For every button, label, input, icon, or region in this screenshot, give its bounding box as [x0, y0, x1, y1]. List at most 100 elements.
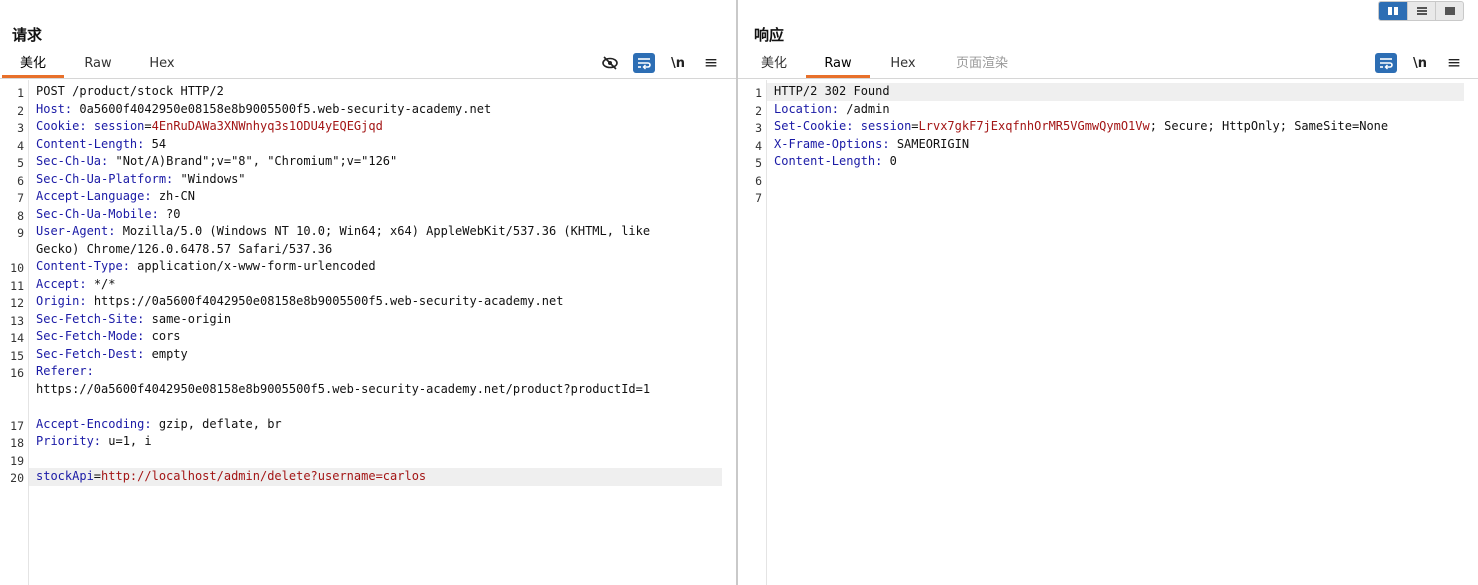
header-name: Accept [36, 276, 80, 291]
request-editor[interactable]: 1 POST /product/stock HTTP/2 2 Host: 0a5600… [0, 80, 736, 585]
request-tab-raw[interactable]: Raw [70, 52, 126, 78]
line-text: Gecko) Chrome/126.0.6478.57 Safari/537.3… [36, 241, 333, 256]
response-menu-icon[interactable]: ≡ [1443, 53, 1465, 73]
header-value: same-origin [144, 311, 232, 326]
punctuation: : [79, 119, 87, 133]
header-value: ?0 [158, 206, 181, 221]
code-line[interactable] [29, 398, 722, 416]
response-newline-toggle-button[interactable]: \n [1409, 53, 1431, 73]
code-line[interactable]: 12 Origin: https://0a5600f4042950e08158e8… [10, 293, 722, 311]
cookie-value: 4EnRuDAWa3XNWnhyq3s1ODU4yEQEGjqd [151, 119, 383, 133]
code-line[interactable]: 15 Sec-Fetch-Dest: empty [10, 346, 722, 364]
header-name: Cookie [36, 119, 80, 133]
request-menu-icon[interactable]: ≡ [700, 53, 722, 73]
punctuation: : [93, 434, 102, 448]
header-name: Host [36, 101, 65, 116]
request-tab-pretty[interactable]: 美化 [2, 52, 64, 78]
header-value: 54 [144, 136, 167, 151]
param-name: stockApi [36, 469, 94, 483]
code-line[interactable]: 6 Sec-Ch-Ua-Platform: "Windows" [17, 171, 722, 189]
header-value: application/x-www-form-urlencoded [129, 259, 376, 273]
layout-side-by-side-icon[interactable] [1379, 2, 1407, 20]
layout-stacked-icon[interactable] [1407, 2, 1435, 20]
request-tabbar: 美化 Raw Hex [0, 52, 736, 79]
code-line[interactable]: 2 Host: 0a5600f4042950e08158e8b9005500f5.… [17, 101, 722, 119]
code-line[interactable]: 20 stockApi=http://localhost/admin/delete… [10, 468, 722, 486]
header-name: User-Agent [36, 224, 109, 238]
header-value: */* [86, 276, 116, 291]
line-text: POST /product/stock HTTP/2 [36, 84, 224, 98]
code-line[interactable]: 13 Sec-Fetch-Site: same-origin [10, 311, 722, 329]
request-tab-hex[interactable]: Hex [134, 52, 190, 78]
code-line[interactable]: 1 HTTP/2 302 Found [755, 83, 1464, 101]
code-line[interactable]: 7 [755, 188, 1464, 206]
header-name: Content-Length [36, 136, 138, 151]
cookie-value: Lrvx7gkF7jExqfnhOrMR5VGmwQymO1Vw [918, 119, 1150, 133]
response-tab-render[interactable]: 页面渲染 [944, 52, 1020, 78]
code-line[interactable]: 2 Location: /admin [755, 101, 1464, 119]
hide-nonprintable-icon[interactable] [599, 53, 621, 73]
response-tab-pretty[interactable]: 美化 [748, 52, 800, 78]
line-text: HTTP/2 302 Found [774, 84, 890, 98]
header-value: gzip, deflate, br [151, 416, 282, 431]
code-line[interactable]: 7 Accept-Language: zh-CN [17, 188, 722, 206]
word-wrap-icon[interactable] [633, 53, 655, 73]
newline-toggle-button[interactable]: \n [667, 53, 689, 73]
code-line[interactable]: https://0a5600f4042950e08158e8b9005500f5… [29, 381, 722, 399]
code-line[interactable]: 9 User-Agent: Mozilla/5.0 (Windows NT 10.… [17, 223, 722, 241]
header-value: "Windows" [173, 171, 246, 186]
code-line[interactable]: 5 Content-Length: 0 [755, 153, 1464, 171]
response-editor[interactable]: 1 HTTP/2 302 Found 2 Location: /admin 3 Set-C… [738, 80, 1478, 585]
response-tab-raw[interactable]: Raw [806, 52, 870, 78]
header-name: Accept-Language [36, 189, 145, 203]
line-number: 20 [10, 471, 24, 485]
param-value: http://localhost/admin/delete?username=c… [101, 469, 427, 483]
code-line[interactable]: 5 Sec-Ch-Ua: "Not/A)Brand";v="8", "Chromi… [17, 153, 722, 171]
header-name: Sec-Ch-Ua-Platform [36, 171, 167, 186]
punctuation: = [144, 119, 152, 133]
code-line[interactable]: 10 Content-Type: application/x-www-form-u… [10, 258, 722, 276]
line-number [0, 241, 24, 243]
code-line[interactable]: 14 Sec-Fetch-Mode: cors [10, 328, 722, 346]
code-line[interactable]: 6 [755, 171, 1464, 189]
header-value: /admin [839, 101, 890, 116]
code-line[interactable]: 17 Accept-Encoding: gzip, deflate, br [10, 416, 722, 434]
header-name: Referer [36, 364, 87, 378]
code-line[interactable]: 11 Accept: */* [10, 276, 722, 294]
response-pane: 响应 美化 Raw Hex 页面渲染 \n ≡ 1 HTTP/2 302 Foun… [738, 0, 1478, 585]
request-title: 请求 [12, 26, 43, 44]
punctuation [87, 119, 94, 133]
response-tabbar: 美化 Raw Hex 页面渲染 [738, 52, 1478, 79]
cookie-name: session [860, 119, 912, 133]
punctuation: : [122, 259, 130, 273]
layout-single-icon[interactable] [1435, 2, 1463, 20]
code-line[interactable]: 1 POST /product/stock HTTP/2 [17, 83, 722, 101]
response-word-wrap-icon[interactable] [1375, 53, 1397, 73]
header-name: Priority [36, 434, 94, 448]
code-line[interactable]: 4 X-Frame-Options: SAMEORIGIN [755, 136, 1464, 154]
header-name: Sec-Fetch-Site [36, 311, 138, 326]
code-line[interactable]: 3 Cookie: session=4EnRuDAWa3XNWnhyq3s1ODU… [17, 118, 722, 136]
code-line[interactable]: 4 Content-Length: 54 [17, 136, 722, 154]
punctuation: : [151, 206, 159, 221]
punctuation: : [882, 136, 890, 151]
request-code[interactable]: 1 POST /product/stock HTTP/2 2 Host: 0a5600… [10, 83, 722, 486]
code-line[interactable]: 3 Set-Cookie: session=Lrvx7gkF7jExqfnhOrM… [755, 118, 1464, 136]
header-value: zh-CN [151, 189, 195, 203]
line-number [0, 398, 24, 400]
header-value: empty [144, 346, 188, 361]
code-line[interactable]: 19 [10, 451, 722, 469]
code-line[interactable]: 18 Priority: u=1, i [10, 433, 722, 451]
response-code[interactable]: 1 HTTP/2 302 Found 2 Location: /admin 3 Set-C… [755, 83, 1464, 206]
response-tab-hex[interactable]: Hex [876, 52, 930, 78]
header-value: u=1, i [101, 434, 152, 448]
code-line[interactable]: 16 Referer: [10, 363, 722, 381]
header-value: https://0a5600f4042950e08158e8b9005500f5… [86, 294, 564, 308]
punctuation: = [911, 119, 919, 133]
header-value: 0 [882, 154, 897, 168]
code-line[interactable]: 8 Sec-Ch-Ua-Mobile: ?0 [17, 206, 722, 224]
code-line[interactable]: Gecko) Chrome/126.0.6478.57 Safari/537.3… [29, 241, 722, 259]
response-title: 响应 [754, 26, 785, 44]
header-name: Location [774, 101, 832, 116]
punctuation: : [79, 276, 87, 291]
